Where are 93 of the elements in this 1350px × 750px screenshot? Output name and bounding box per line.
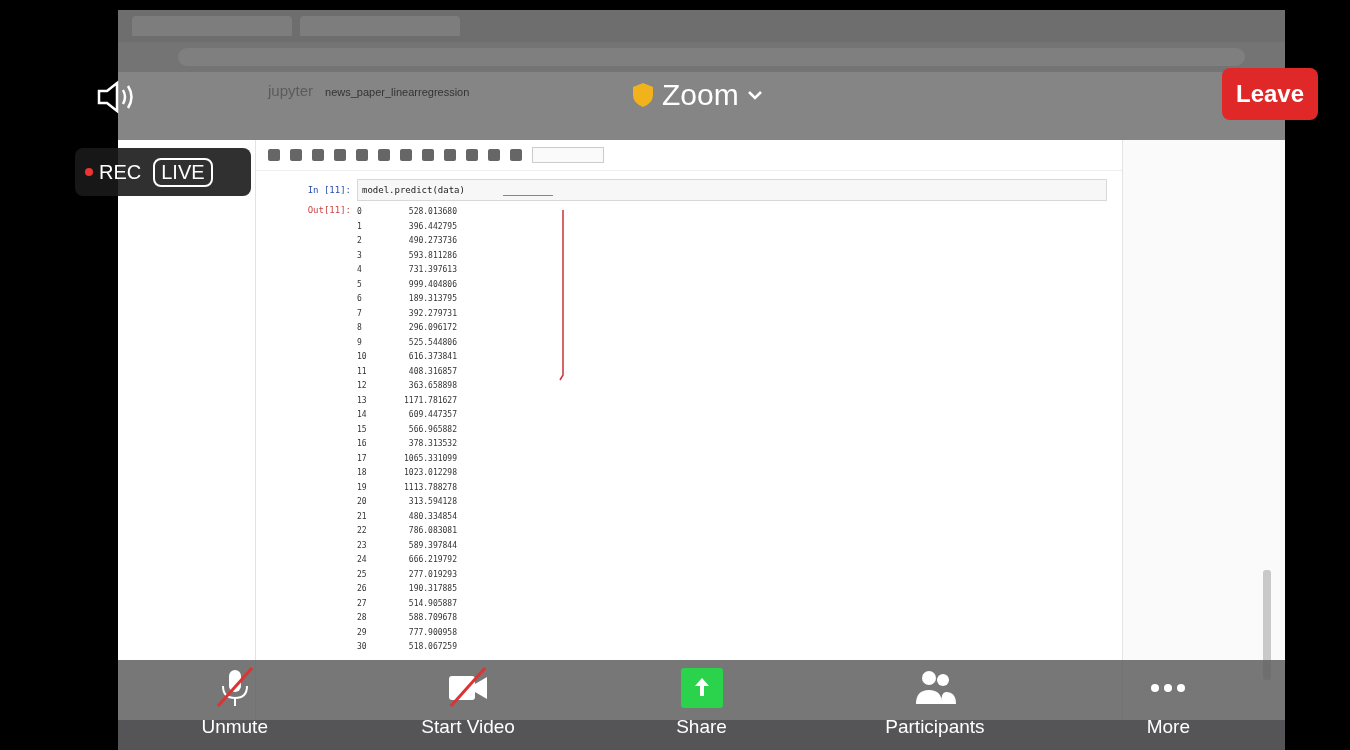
video-control[interactable]: Start Video bbox=[351, 660, 585, 750]
row-index: 6 bbox=[357, 293, 363, 305]
row-index: 18 bbox=[357, 467, 368, 479]
predicted-value: 588.709678 bbox=[407, 612, 457, 624]
notebook-name[interactable]: news_paper_linearregression bbox=[325, 86, 470, 98]
predicted-value: 514.905887 bbox=[407, 597, 457, 610]
row-index: 3 bbox=[357, 249, 363, 262]
predicted-value: 490.273736 bbox=[407, 235, 457, 247]
predicted-value: 518.067259 bbox=[407, 641, 457, 653]
toolbar-icon[interactable] bbox=[312, 149, 324, 161]
row-index: 14 bbox=[357, 409, 368, 421]
rec-label: REC bbox=[85, 160, 142, 184]
row-index: 23 bbox=[357, 539, 368, 552]
audio-control[interactable]: Unmute bbox=[118, 660, 352, 750]
row-index: 11 bbox=[357, 365, 368, 378]
predicted-value: 1113.788278 bbox=[403, 481, 457, 494]
live-badge: LIVE bbox=[153, 157, 213, 187]
toolbar-icon[interactable] bbox=[268, 149, 280, 161]
predicted-value: 616.373841 bbox=[407, 351, 457, 363]
toolbar-icon[interactable] bbox=[422, 149, 434, 161]
row-index: 21 bbox=[357, 510, 368, 523]
row-index: 30 bbox=[357, 641, 368, 653]
predicted-value: 313.594128 bbox=[407, 496, 457, 508]
share-screen-icon bbox=[678, 666, 725, 710]
row-index: 5 bbox=[357, 278, 363, 291]
toolbar-icon[interactable] bbox=[378, 149, 390, 161]
predicted-value: 528.013680 bbox=[407, 206, 457, 218]
predicted-value: 731.397613 bbox=[407, 264, 457, 276]
chevron-down-icon[interactable] bbox=[746, 90, 763, 100]
predicted-value: 408.316857 bbox=[407, 365, 457, 378]
predicted-value: 378.313532 bbox=[407, 438, 457, 450]
more-icon bbox=[1150, 683, 1187, 693]
toolbar-icon[interactable] bbox=[400, 149, 412, 161]
predicted-value: 593.811286 bbox=[407, 249, 457, 262]
row-index: 22 bbox=[357, 525, 368, 537]
predicted-value: 190.317885 bbox=[407, 583, 457, 595]
row-index: 27 bbox=[357, 597, 368, 610]
toolbar-icon[interactable] bbox=[290, 149, 302, 161]
participants-control[interactable]: Participants bbox=[818, 660, 1052, 750]
row-index: 17 bbox=[357, 452, 368, 465]
predicted-value: 1171.781627 bbox=[403, 394, 457, 407]
code-text: model.predict(data) bbox=[362, 185, 465, 195]
row-index: 13 bbox=[357, 394, 368, 407]
row-index: 1 bbox=[357, 220, 363, 233]
predicted-value: 296.096172 bbox=[407, 322, 457, 334]
shield-icon bbox=[632, 82, 654, 108]
row-index: 7 bbox=[357, 307, 363, 320]
predicted-value: 666.219792 bbox=[407, 554, 457, 566]
predicted-value: 1065.331099 bbox=[403, 452, 457, 465]
row-index: 24 bbox=[357, 554, 368, 566]
predicted-value: 777.900958 bbox=[407, 626, 457, 639]
toolbar-icon[interactable] bbox=[488, 149, 500, 161]
row-index: 25 bbox=[357, 568, 368, 581]
more-control[interactable]: More bbox=[1051, 660, 1286, 750]
predicted-value: 392.279731 bbox=[407, 307, 457, 320]
predicted-value: 786.083081 bbox=[407, 525, 457, 537]
row-index: 2 bbox=[357, 235, 363, 247]
toolbar-icon[interactable] bbox=[510, 149, 522, 161]
toolbar-icon[interactable] bbox=[356, 149, 368, 161]
row-index: 10 bbox=[357, 351, 368, 363]
predicted-value: 609.447357 bbox=[407, 409, 457, 421]
share-control[interactable]: Share bbox=[584, 660, 819, 750]
row-index: 29 bbox=[357, 626, 368, 639]
cell-type-select[interactable] bbox=[532, 147, 604, 163]
row-index: 12 bbox=[357, 380, 368, 392]
predicted-value: 277.019293 bbox=[407, 568, 457, 581]
row-index: 0 bbox=[357, 206, 363, 218]
predicted-value: 396.442795 bbox=[407, 220, 457, 233]
row-index: 4 bbox=[357, 264, 363, 276]
row-index: 9 bbox=[357, 336, 363, 349]
predicted-value: 480.334854 bbox=[407, 510, 457, 523]
row-index: 20 bbox=[357, 496, 368, 508]
output-prompt: Out[11]: bbox=[306, 205, 352, 217]
row-index: 19 bbox=[357, 481, 368, 494]
leave-button[interactable]: Leave bbox=[1222, 68, 1318, 120]
row-index: 8 bbox=[357, 322, 363, 334]
row-index: 16 bbox=[357, 438, 368, 450]
predicted-value: 566.965882 bbox=[407, 423, 457, 436]
meeting-title[interactable]: Zoom bbox=[662, 78, 739, 112]
predicted-value: 189.313795 bbox=[407, 293, 457, 305]
predicted-value: 363.658898 bbox=[407, 380, 457, 392]
row-index: 15 bbox=[357, 423, 368, 436]
input-prompt: In [11]: bbox=[306, 185, 352, 195]
toolbar-icon[interactable] bbox=[466, 149, 478, 161]
row-index: 26 bbox=[357, 583, 368, 595]
predicted-value: 525.544806 bbox=[407, 336, 457, 349]
row-index: 28 bbox=[357, 612, 368, 624]
toolbar-icon[interactable] bbox=[444, 149, 456, 161]
toolbar-icon[interactable] bbox=[334, 149, 346, 161]
predicted-value: 999.404806 bbox=[407, 278, 457, 291]
predicted-value: 1023.012298 bbox=[403, 467, 457, 479]
code-input[interactable]: model.predict(data) bbox=[357, 179, 1107, 201]
predicted-value: 589.397844 bbox=[407, 539, 457, 552]
